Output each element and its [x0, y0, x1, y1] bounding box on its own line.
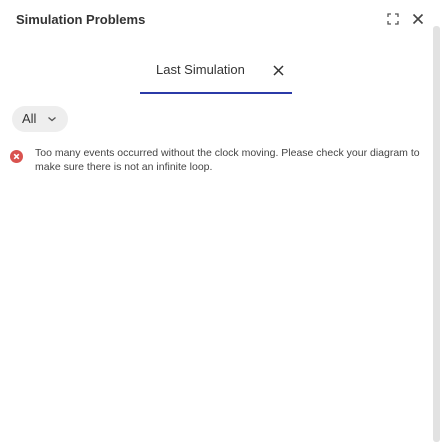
problem-list-item[interactable]: Too many events occurred without the clo… — [10, 146, 430, 186]
filter-selected-value: All — [22, 111, 37, 126]
close-panel-button[interactable] — [409, 10, 427, 28]
problem-message: Too many events occurred without the clo… — [35, 147, 420, 173]
simulation-problems-panel: Simulation Problems Last Simulation All — [0, 0, 442, 442]
expand-button[interactable] — [384, 10, 402, 28]
severity-filter-dropdown[interactable]: All — [12, 106, 68, 132]
tab-last-simulation[interactable]: Last Simulation — [140, 52, 292, 94]
close-icon — [272, 64, 284, 76]
tab-close-button[interactable] — [271, 63, 285, 77]
panel-header: Simulation Problems — [0, 0, 442, 40]
tab-label: Last Simulation — [156, 62, 245, 77]
error-icon — [10, 150, 23, 163]
active-tab-indicator — [140, 92, 292, 94]
close-icon — [412, 13, 424, 25]
scrollbar[interactable] — [433, 26, 440, 442]
chevron-down-icon — [48, 117, 56, 122]
expand-icon — [387, 13, 399, 25]
panel-title: Simulation Problems — [16, 12, 146, 27]
